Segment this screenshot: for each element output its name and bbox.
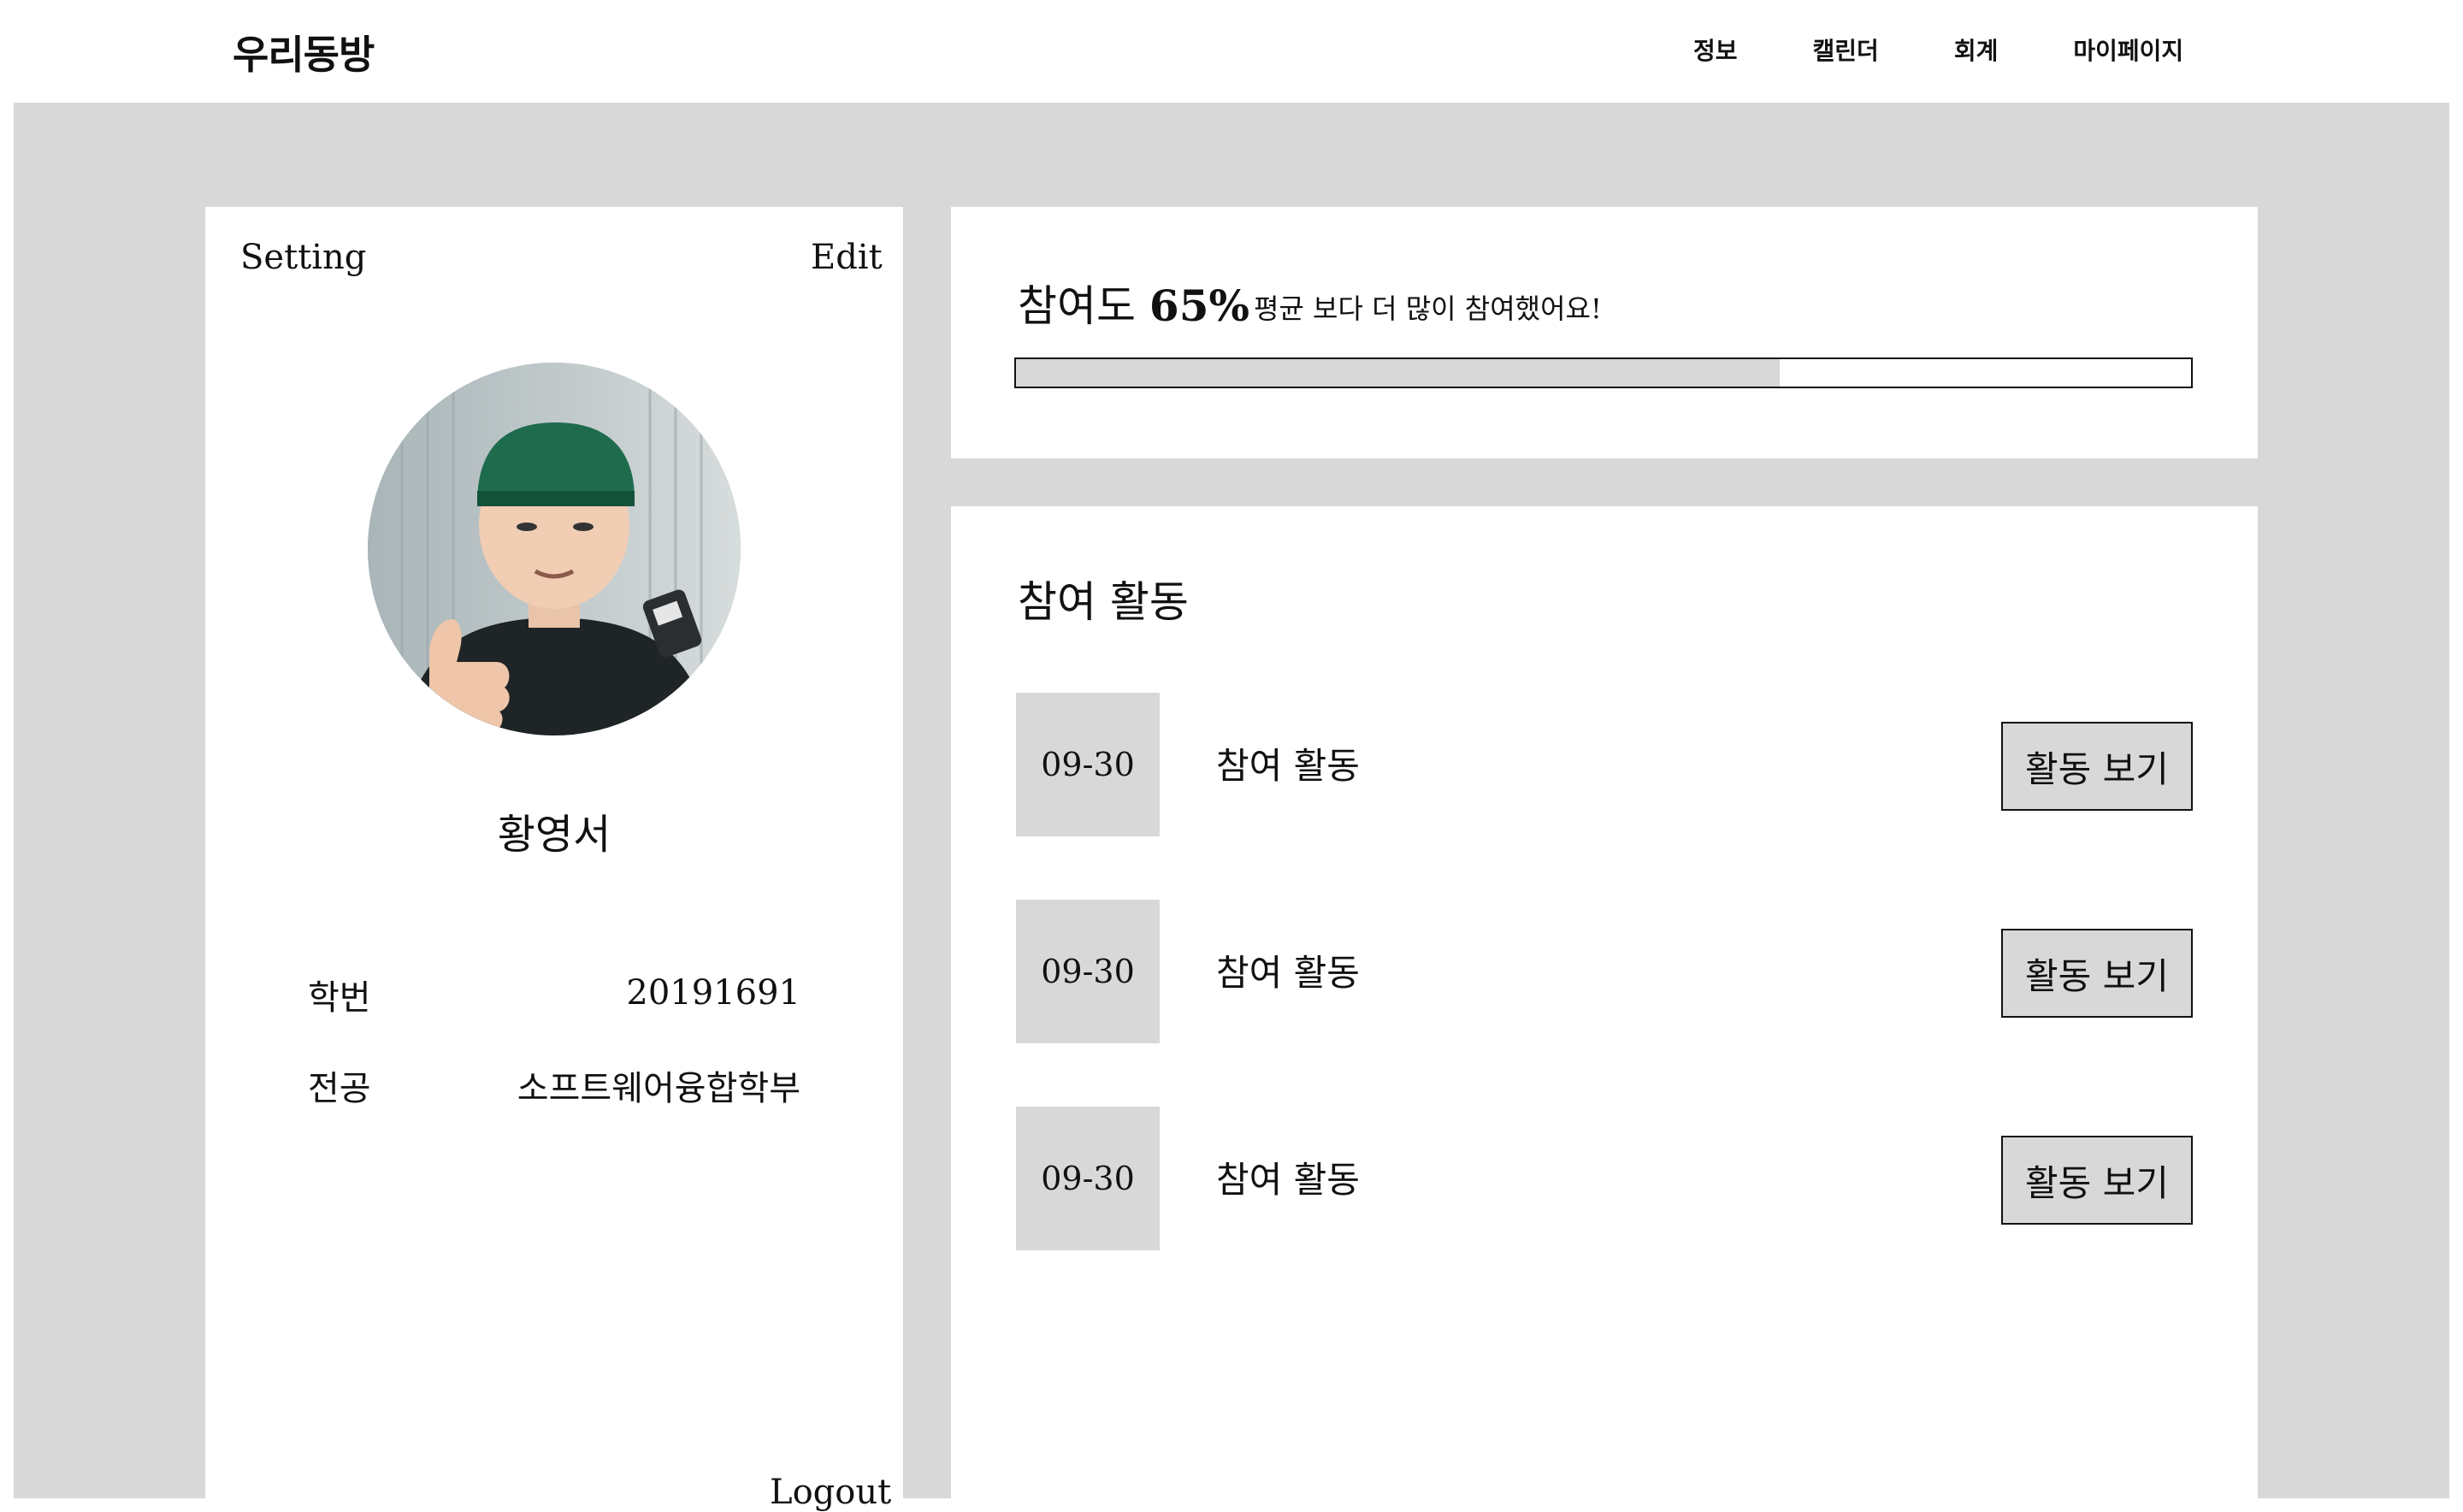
nav-mypage[interactable]: 마이페이지 (2073, 32, 2183, 67)
activity-label: 참여 활동 (1216, 952, 1360, 994)
view-activity-button[interactable]: 활동 보기 (2001, 929, 2193, 1018)
activity-row: 09-30 참여 활동 활동 보기 (1016, 693, 2193, 838)
student-id-value: 20191691 (626, 973, 800, 1013)
nav-calendar[interactable]: 캘린더 (1813, 32, 1879, 67)
major-value: 소프트웨어융합학부 (517, 1069, 800, 1108)
participation-label: 참여도 (1018, 281, 1136, 331)
avatar (368, 363, 741, 735)
major-label: 전공 (308, 1069, 371, 1108)
activity-row: 09-30 참여 활동 활동 보기 (1016, 1107, 2193, 1252)
profile-name: 황영서 (497, 811, 611, 859)
nav-info[interactable]: 정보 (1693, 32, 1738, 67)
participation-title: 참여도 65% (1018, 272, 1249, 334)
view-activity-button[interactable]: 활동 보기 (2001, 1136, 2193, 1225)
participation-percent: 65% (1149, 281, 1249, 331)
app-logo[interactable]: 우리동방 (233, 24, 375, 80)
participation-subtitle: 평균 보다 더 많이 참여했어요! (1254, 292, 1602, 325)
activities-title: 참여 활동 (1018, 577, 1189, 627)
main-nav: 정보 캘린더 회계 마이페이지 (1693, 32, 2183, 67)
profile-name-row: 황영서 (0, 800, 1108, 860)
avatar-photo (368, 363, 741, 735)
nav-accounting[interactable]: 회계 (1954, 32, 1999, 67)
activity-date: 09-30 (1016, 1107, 1160, 1250)
top-navbar: 우리동방 정보 캘린더 회계 마이페이지 (0, 0, 2463, 103)
logout-link[interactable]: Logout (770, 1473, 891, 1512)
view-activity-button[interactable]: 활동 보기 (2001, 722, 2193, 811)
student-id-label: 학번 (308, 978, 371, 1018)
progress-fill (1016, 359, 1781, 387)
setting-link[interactable]: Setting (240, 238, 366, 277)
activity-row: 09-30 참여 활동 활동 보기 (1016, 900, 2193, 1045)
activity-label: 참여 활동 (1216, 745, 1360, 787)
activity-date: 09-30 (1016, 693, 1160, 836)
activity-date: 09-30 (1016, 900, 1160, 1043)
edit-link[interactable]: Edit (811, 238, 883, 277)
participation-progress-bar (1014, 357, 2193, 388)
activity-label: 참여 활동 (1216, 1159, 1360, 1201)
